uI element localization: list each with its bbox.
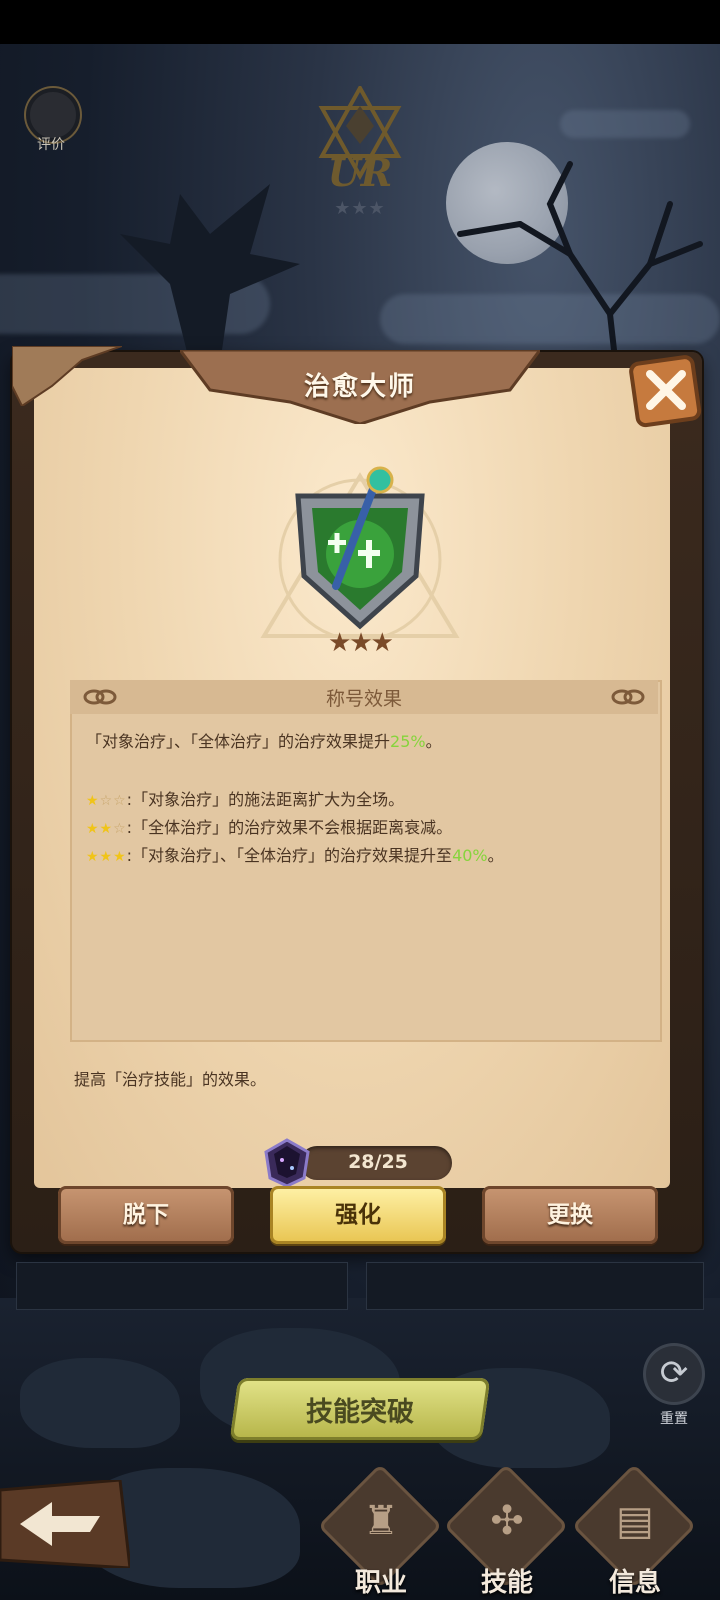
tier-2-text: 「全体治疗」的治疗效果不会根据距离衰减。: [132, 818, 453, 837]
tier-1-line: ★☆☆:「对象治疗」的施法距离扩大为全场。: [86, 790, 405, 809]
tier-3-stars: ★★★: [86, 849, 127, 865]
unequip-button[interactable]: 脱下: [58, 1186, 234, 1244]
crystal-material-icon: [264, 1138, 310, 1188]
close-button[interactable]: [626, 350, 706, 430]
dialog-corner-ornament: [12, 346, 122, 406]
effect-main-end: 。: [425, 732, 442, 751]
nav-class[interactable]: ♜ 职业: [317, 1463, 443, 1600]
nav-class-label: 职业: [354, 1568, 407, 1598]
reset-label: 重置: [660, 1411, 688, 1427]
equip-slot-bar: [16, 1262, 348, 1310]
rating-label: 评价: [37, 137, 65, 153]
replace-button[interactable]: 更换: [482, 1186, 658, 1244]
tier-2-line: ★★☆:「全体治疗」的治疗效果不会根据距离衰减。: [86, 818, 453, 837]
effect-section-title: 称号效果: [325, 688, 402, 710]
close-icon: [629, 355, 702, 428]
enhance-button[interactable]: 强化: [270, 1186, 446, 1244]
enhance-progress-text: 28/25: [348, 1151, 408, 1173]
status-bar: [0, 0, 720, 44]
ur-rarity-text: UR: [327, 150, 393, 195]
effect-main-value: 25%: [390, 732, 426, 751]
skill-breakthrough-label: 技能突破: [306, 1397, 414, 1428]
back-arrow-icon: [0, 1480, 130, 1568]
effect-main-line: 「对象治疗」、「全体治疗」的治疗效果提升25%。: [86, 728, 442, 752]
tier-1-stars: ★☆☆: [86, 793, 127, 809]
effect-main-text: 「对象治疗」、「全体治疗」的治疗效果提升: [86, 732, 391, 751]
dragon-silhouette: [120, 184, 300, 364]
ur-rarity-stars: ★★★: [334, 198, 386, 219]
reset-button[interactable]: ⟳: [646, 1346, 702, 1402]
rock: [20, 1358, 180, 1448]
emblem-stars: ★★★: [328, 628, 394, 658]
tier-1-text: 「对象治疗」的施法距离扩大为全场。: [132, 790, 405, 809]
back-button[interactable]: [0, 1480, 130, 1568]
tier-2-stars: ★★☆: [86, 821, 127, 837]
tier-3-value: 40%: [452, 846, 488, 865]
nav-skill[interactable]: ✣ 技能: [443, 1463, 569, 1600]
nav-info[interactable]: ▤ 信息: [571, 1463, 697, 1600]
equip-slot-bar: [366, 1262, 704, 1310]
nav-info-label: 信息: [608, 1568, 661, 1598]
tier-3-line: ★★★:「对象治疗」、「全体治疗」的治疗效果提升至40%。: [86, 846, 504, 865]
title-description: 提高「治疗技能」的效果。: [74, 1070, 267, 1089]
refresh-icon: ⟳: [659, 1353, 689, 1393]
cloud: [560, 110, 690, 138]
nav-skill-label: 技能: [480, 1568, 533, 1598]
tier-3-text: 「对象治疗」、「全体治疗」的治疗效果提升至: [132, 846, 453, 865]
dialog-title: 治愈大师: [303, 372, 416, 402]
